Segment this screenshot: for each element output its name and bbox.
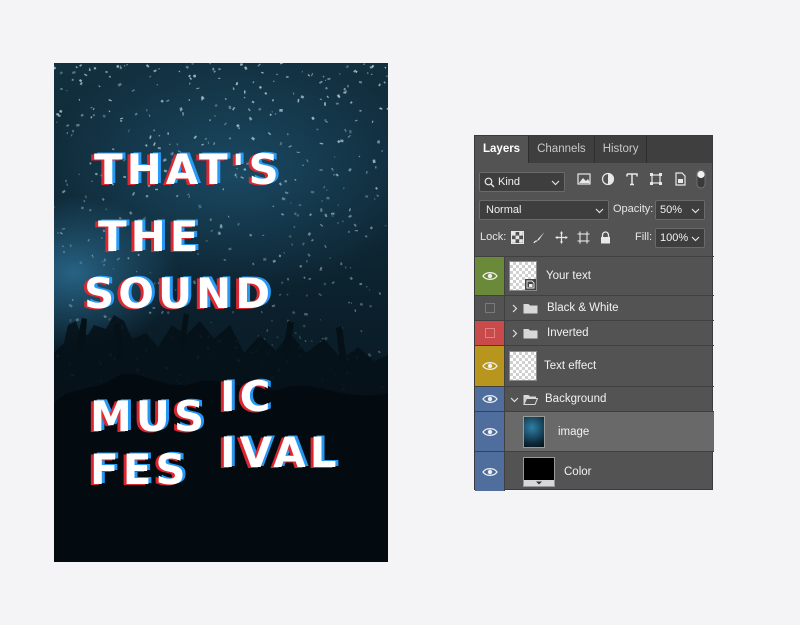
- layer-name: Black & White: [547, 302, 619, 314]
- fill-label: Fill:: [635, 231, 653, 243]
- layer-name: Text effect: [544, 360, 597, 372]
- poster-line-sound: SOUND: [84, 269, 275, 318]
- filter-adjustment-icon[interactable]: [601, 172, 615, 186]
- poster-canvas: THAT'S THE SOUND IC MUS IVAL FES: [54, 63, 388, 562]
- layer-row-black-white[interactable]: Black & White: [475, 295, 714, 320]
- fill-input[interactable]: 100%: [655, 228, 705, 248]
- visibility-toggle[interactable]: [475, 412, 505, 451]
- eye-icon: [481, 467, 498, 476]
- visibility-toggle[interactable]: [475, 321, 505, 345]
- chevron-right-icon[interactable]: [510, 304, 519, 313]
- eye-icon: [481, 362, 498, 370]
- layer-name: Your text: [546, 270, 591, 282]
- lock-image-pixels-icon[interactable]: [533, 231, 546, 244]
- folder-icon: [523, 303, 538, 313]
- lock-label: Lock:: [480, 231, 507, 243]
- poster-line-mus: MUS: [90, 392, 209, 441]
- lock-transparency-icon[interactable]: [511, 231, 524, 244]
- visibility-toggle[interactable]: [475, 452, 505, 491]
- chevron-right-icon[interactable]: [510, 329, 519, 338]
- chevron-down-icon[interactable]: [510, 395, 519, 404]
- folder-icon: [523, 328, 538, 338]
- smart-object-badge-icon: [525, 279, 536, 290]
- layer-row-background[interactable]: Background: [475, 386, 714, 411]
- hidden-visibility-box: [484, 328, 495, 338]
- eye-icon: [481, 272, 498, 280]
- chevron-down-icon: [551, 180, 560, 186]
- visibility-toggle[interactable]: [475, 257, 505, 295]
- panel-tabs: Layers Channels History: [475, 136, 712, 163]
- fill-layer-badge-icon: [524, 479, 554, 486]
- filter-toggle-icon[interactable]: [696, 169, 706, 189]
- folder-open-icon: [523, 394, 538, 405]
- chevron-down-icon: [691, 208, 700, 214]
- layer-name: Color: [564, 465, 592, 478]
- poster-line-the: THE: [98, 212, 203, 261]
- poster-line-thats: THAT'S: [94, 145, 283, 194]
- chevron-down-icon: [595, 208, 604, 214]
- tab-channels[interactable]: Channels: [529, 136, 594, 163]
- layer-row-color[interactable]: Color: [475, 451, 714, 491]
- opacity-value: 50%: [660, 204, 683, 216]
- layer-row-text-effect[interactable]: Text effect: [475, 345, 714, 386]
- poster-line-fes: FES: [90, 445, 190, 494]
- visibility-toggle[interactable]: [475, 296, 505, 320]
- layer-name: Background: [545, 393, 607, 405]
- filter-pixel-icon[interactable]: [577, 172, 591, 186]
- tab-layers[interactable]: Layers: [475, 136, 529, 163]
- opacity-input[interactable]: 50%: [655, 200, 705, 220]
- layer-row-inverted[interactable]: Inverted: [475, 320, 714, 345]
- tab-history[interactable]: History: [595, 136, 647, 163]
- layer-name: image: [558, 425, 590, 438]
- blend-mode-value: Normal: [486, 204, 522, 216]
- layer-row-image[interactable]: image: [475, 411, 714, 451]
- eye-icon: [481, 427, 498, 436]
- chevron-down-icon: [691, 236, 700, 242]
- layers-panel: Layers Channels History Kind Normal Opac…: [474, 135, 714, 491]
- layer-list: Your text Black & White Inverted Text ef…: [475, 256, 714, 491]
- blend-mode-select[interactable]: Normal: [479, 200, 609, 220]
- opacity-label: Opacity:: [613, 203, 654, 215]
- layer-thumbnail: [509, 261, 537, 291]
- filter-type-icon[interactable]: [625, 172, 639, 186]
- visibility-toggle[interactable]: [475, 387, 505, 411]
- layer-thumbnail: [523, 456, 555, 487]
- lock-artboard-icon[interactable]: [577, 231, 590, 244]
- search-icon: [484, 177, 495, 187]
- visibility-toggle[interactable]: [475, 346, 505, 386]
- fill-value: 100%: [660, 232, 689, 244]
- filter-kind-label: Kind: [498, 176, 521, 188]
- lock-all-icon[interactable]: [599, 231, 612, 244]
- hidden-visibility-box: [484, 303, 495, 313]
- poster-line-ival: IVAL: [220, 428, 341, 477]
- lock-position-icon[interactable]: [555, 231, 568, 244]
- filter-kind-select[interactable]: Kind: [479, 172, 565, 192]
- filter-shape-icon[interactable]: [649, 172, 663, 186]
- filter-smart-object-icon[interactable]: [673, 172, 687, 186]
- layer-thumbnail: [523, 415, 545, 448]
- tab-divider: [646, 136, 648, 163]
- eye-icon: [481, 395, 498, 403]
- layer-name: Inverted: [547, 327, 589, 339]
- layer-row-your-text[interactable]: Your text: [475, 256, 714, 295]
- layer-thumbnail: [509, 351, 537, 381]
- poster-line-ic: IC: [220, 372, 275, 421]
